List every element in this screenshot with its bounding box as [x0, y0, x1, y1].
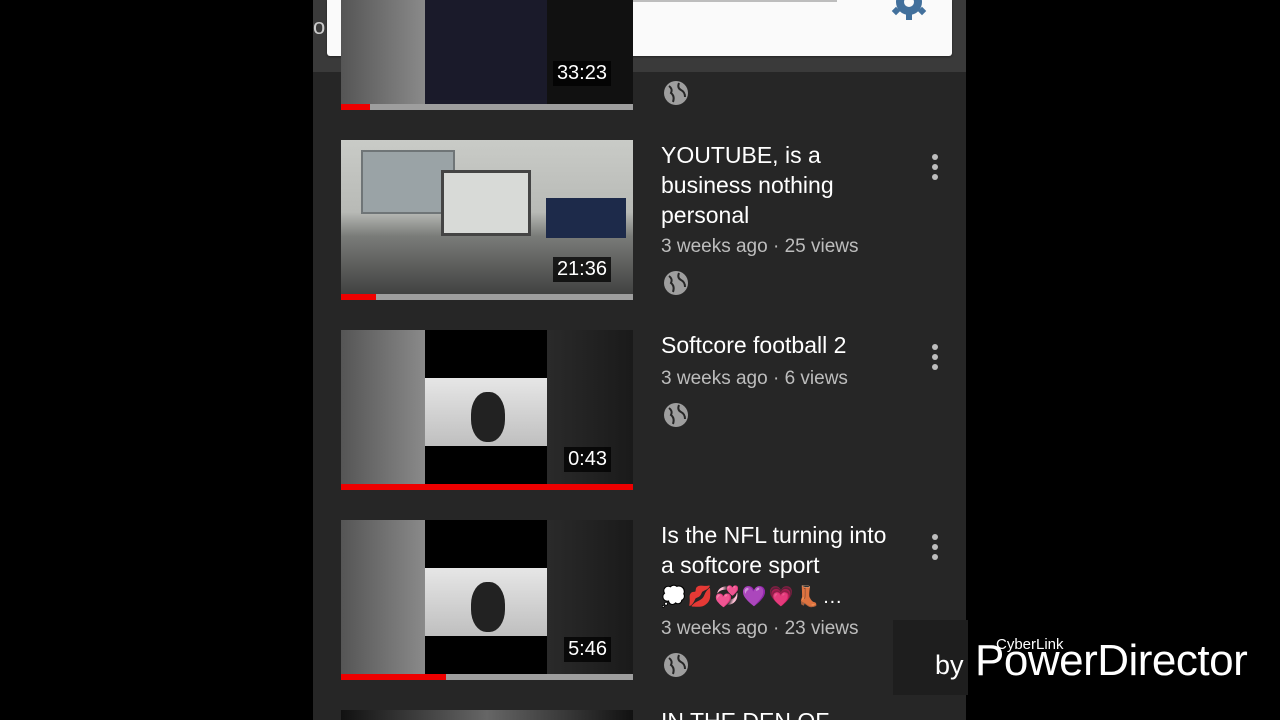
more-options-icon[interactable]	[927, 152, 943, 182]
more-options-icon[interactable]	[927, 342, 943, 372]
video-duration: 5:46	[564, 637, 611, 662]
video-duration: 21:36	[552, 257, 611, 282]
watch-progress-bar	[341, 104, 633, 110]
video-title[interactable]: Softcore football 2	[661, 330, 901, 360]
video-title-text: Is the NFL turning into a softcore sport	[661, 522, 887, 578]
video-meta: 3 weeks ago · 6 views	[661, 368, 848, 389]
watch-progress-bar	[341, 294, 633, 300]
video-thumbnail[interactable]: 5:46	[341, 520, 633, 680]
video-duration: 0:43	[564, 447, 611, 472]
watermark-product: PowerDirector	[975, 636, 1248, 685]
globe-icon	[664, 81, 688, 105]
video-thumbnail[interactable]: 21:36	[341, 140, 633, 300]
video-title[interactable]: IN THE DEN OF	[661, 708, 829, 720]
title-emoji: 💭💋💞💜💗👢…	[661, 586, 845, 608]
globe-icon	[664, 403, 688, 427]
edge-letter: o	[313, 14, 326, 39]
video-title[interactable]: YOUTUBE, is a business nothing personal	[661, 140, 901, 230]
globe-icon	[664, 653, 688, 677]
video-title[interactable]: Is the NFL turning into a softcore sport…	[661, 520, 901, 612]
video-thumbnail[interactable]	[341, 710, 633, 720]
watch-progress-bar	[341, 484, 633, 490]
more-options-icon[interactable]	[927, 532, 943, 562]
video-thumbnail[interactable]: 33:23	[341, 0, 633, 110]
watch-progress-bar	[341, 674, 633, 680]
video-meta: 3 weeks ago · 23 views	[661, 618, 859, 639]
phone-screen: o 33:23 21:36 YOUTUBE, is a business not…	[313, 0, 966, 720]
globe-icon	[664, 271, 688, 295]
gear-icon[interactable]	[889, 0, 929, 20]
watermark-by: by	[935, 650, 964, 680]
video-meta: 3 weeks ago · 25 views	[661, 236, 859, 257]
video-thumbnail[interactable]: 0:43	[341, 330, 633, 490]
video-duration: 33:23	[552, 61, 611, 86]
